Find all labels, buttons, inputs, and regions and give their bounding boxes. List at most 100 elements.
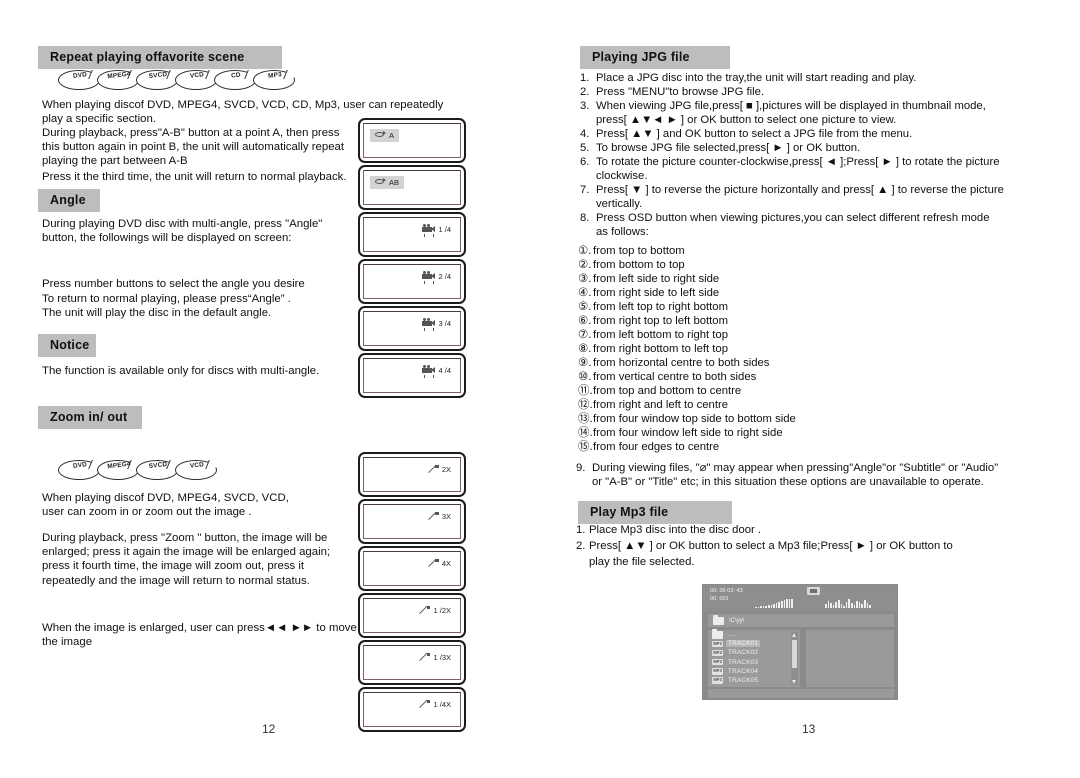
osd-screen-zoom-4x: 4X [358,546,466,591]
osd-tag-zoom-2x: 2X [425,463,456,476]
list-item[interactable]: MP3 TRACK01 [708,639,800,648]
list-item-continuation: clockwise. [596,170,648,182]
list-item[interactable]: MP3 TRACK05 [708,676,800,685]
scrollbar[interactable] [791,632,798,685]
notice-paragraph-1: The function is available only for discs… [42,365,320,377]
osd-screen-inner: 1 /3X [363,645,461,680]
section-header-angle: Angle [38,189,100,212]
osd-screen-repeat-a: A [358,118,466,163]
mp3-format-badge-icon [807,587,820,595]
mp3-path-label: \C\yy\ [729,617,745,624]
osd-tag-label: A [389,130,395,140]
refresh-mode-item: ⑩.from vertical centre to both sides [578,371,757,383]
mp3-status-bar: 00: 36 03: 43 00: 001 [703,585,897,611]
osd-screen-angle-3: 3 /4 [358,306,466,351]
list-item[interactable]: MP3 TRACK02 [708,648,800,657]
repeat-paragraph-2: During playback, press"A-B" button at a … [42,127,345,168]
osd-tag-angle-1: 1 /4 [418,223,456,237]
page-number-right: 13 [802,722,816,736]
track-name: TRACK04 [728,667,759,675]
mp3-badge-icon: MP3 [712,640,723,648]
scroll-up-arrow-icon[interactable] [792,633,796,637]
refresh-mode-item: ⑬.from four window top side to bottom si… [578,413,796,425]
list-item-continuation: play the file selected. [589,556,695,568]
osd-tag-label: AB [389,177,400,187]
mp3-footer-bar [708,689,894,698]
mp3-level-meter-left [755,597,793,608]
mp3-badge-icon: MP3 [712,677,723,684]
osd-screen-inner: 4X [363,551,461,586]
zoom-paragraph-3: When the image is enlarged, user can pre… [42,622,357,649]
osd-screen-inner: AB [363,170,461,205]
osd-tag-label: 1 /4X [433,699,451,709]
osd-tag-zoom-1-4x: 1 /4X [416,698,456,711]
parent-folder-label: ...... [728,632,738,639]
section-header-repeat-playing: Repeat playing offavorite scene [38,46,282,69]
mp3-player-screenshot: 00: 36 03: 43 00: 001 \C\yy\ ...... MP3 … [702,584,898,700]
angle-paragraph-3: To return to normal playing, please pres… [42,293,291,320]
refresh-mode-item: ③.from left side to right side [578,273,720,285]
osd-screen-repeat-ab: AB [358,165,466,210]
osd-tag-label: 2X [441,464,451,474]
list-item: 7. Press[ ▼ ] to reverse the picture hori… [580,184,1004,196]
scroll-down-arrow-icon[interactable] [792,680,796,684]
zoom-icon [429,464,439,474]
list-item: 3. When viewing JPG file,press[ ■ ],pictu… [580,100,986,112]
zoom-paragraph-2: During playback, press "Zoom " button, t… [42,532,331,587]
list-item-continuation: as follows: [596,226,649,238]
osd-screen-angle-4: 4 /4 [358,353,466,398]
osd-tag-zoom-4x: 4X [425,557,456,570]
osd-screen-inner: 2 /4 [363,264,461,299]
refresh-mode-item: ⑮.from four edges to centre [578,441,720,453]
osd-tag-label: 4 /4 [438,365,451,375]
refresh-mode-item: ①.from top to bottom [578,245,685,257]
track-name: TRACK02 [728,649,759,657]
list-item: 4. Press[ ▲▼ ] and OK button to select a … [580,128,913,140]
osd-screen-angle-1: 1 /4 [358,212,466,257]
disc-icon-vcd: VCD [175,70,219,90]
list-item-parent-folder[interactable]: ...... [708,629,800,640]
disc-format-icons-zoom: DVD MPEG4 SVCD VCD [58,458,238,482]
disc-icon-svcd: SVCD [136,70,180,90]
page-number-left: 12 [262,722,276,736]
zoom-icon [420,652,431,662]
track-name: TRACK05 [728,677,759,685]
osd-screen-zoom-2x: 2X [358,452,466,497]
mp3-badge-icon: MP3 [712,649,723,657]
zoom-icon [429,558,439,568]
disc-icon-dvd: DVD [58,460,102,480]
list-item-continuation: press[ ▲▼◄ ► ] or OK button to select on… [596,114,897,126]
mp3-level-meter-right [825,597,871,608]
osd-screen-inner: A [363,123,461,158]
track-name: TRACK01 [726,640,761,648]
osd-tag-zoom-1-2x: 1 /2X [416,604,456,617]
list-item: 6. To rotate the picture counter-clockwis… [580,156,1000,168]
zoom-icon [420,605,431,615]
osd-screen-inner: 3 /4 [363,311,461,346]
mp3-path-bar[interactable]: \C\yy\ [708,614,894,627]
osd-screen-inner: 1 /4 [363,217,461,252]
refresh-mode-item: ⑪.from top and bottom to centre [578,385,742,397]
list-item: 2. Press[ ▲▼ ] or OK button to select a M… [576,540,953,552]
refresh-mode-item: ⑨.from horizontal centre to both sides [578,357,770,369]
osd-screen-inner: 4 /4 [363,358,461,393]
osd-tag-label: 1 /2X [433,605,451,615]
refresh-mode-item: ⑦.from left bottom to right top [578,329,728,341]
list-item[interactable]: MP3 TRACK04 [708,667,800,676]
osd-screen-zoom-third: 1 /3X [358,640,466,685]
osd-tag-zoom-1-3x: 1 /3X [416,651,456,664]
osd-screen-angle-2: 2 /4 [358,259,466,304]
disc-icon-vcd: VCD [175,460,219,480]
scrollbar-thumb[interactable] [792,640,797,668]
repeat-icon [374,177,386,186]
list-item[interactable]: MP3 TRACK03 [708,658,800,667]
list-item: 5. To browse JPG file selected,press[ ► ]… [580,142,861,154]
mp3-file-list[interactable]: ...... MP3 TRACK01 MP3 TRACK02 MP3 TRACK… [708,629,800,687]
mp3-badge-icon: MP3 [712,658,723,666]
list-item: 9. During viewing files, "⌀" may appear w… [576,462,999,474]
osd-tag-label: 1 /3X [433,652,451,662]
list-item: 1. Place Mp3 disc into the disc door . [576,524,762,536]
osd-screen-zoom-3x: 3X [358,499,466,544]
osd-tag-label: 4X [441,558,451,568]
refresh-mode-item: ⑤.from left top to right bottom [578,301,728,313]
